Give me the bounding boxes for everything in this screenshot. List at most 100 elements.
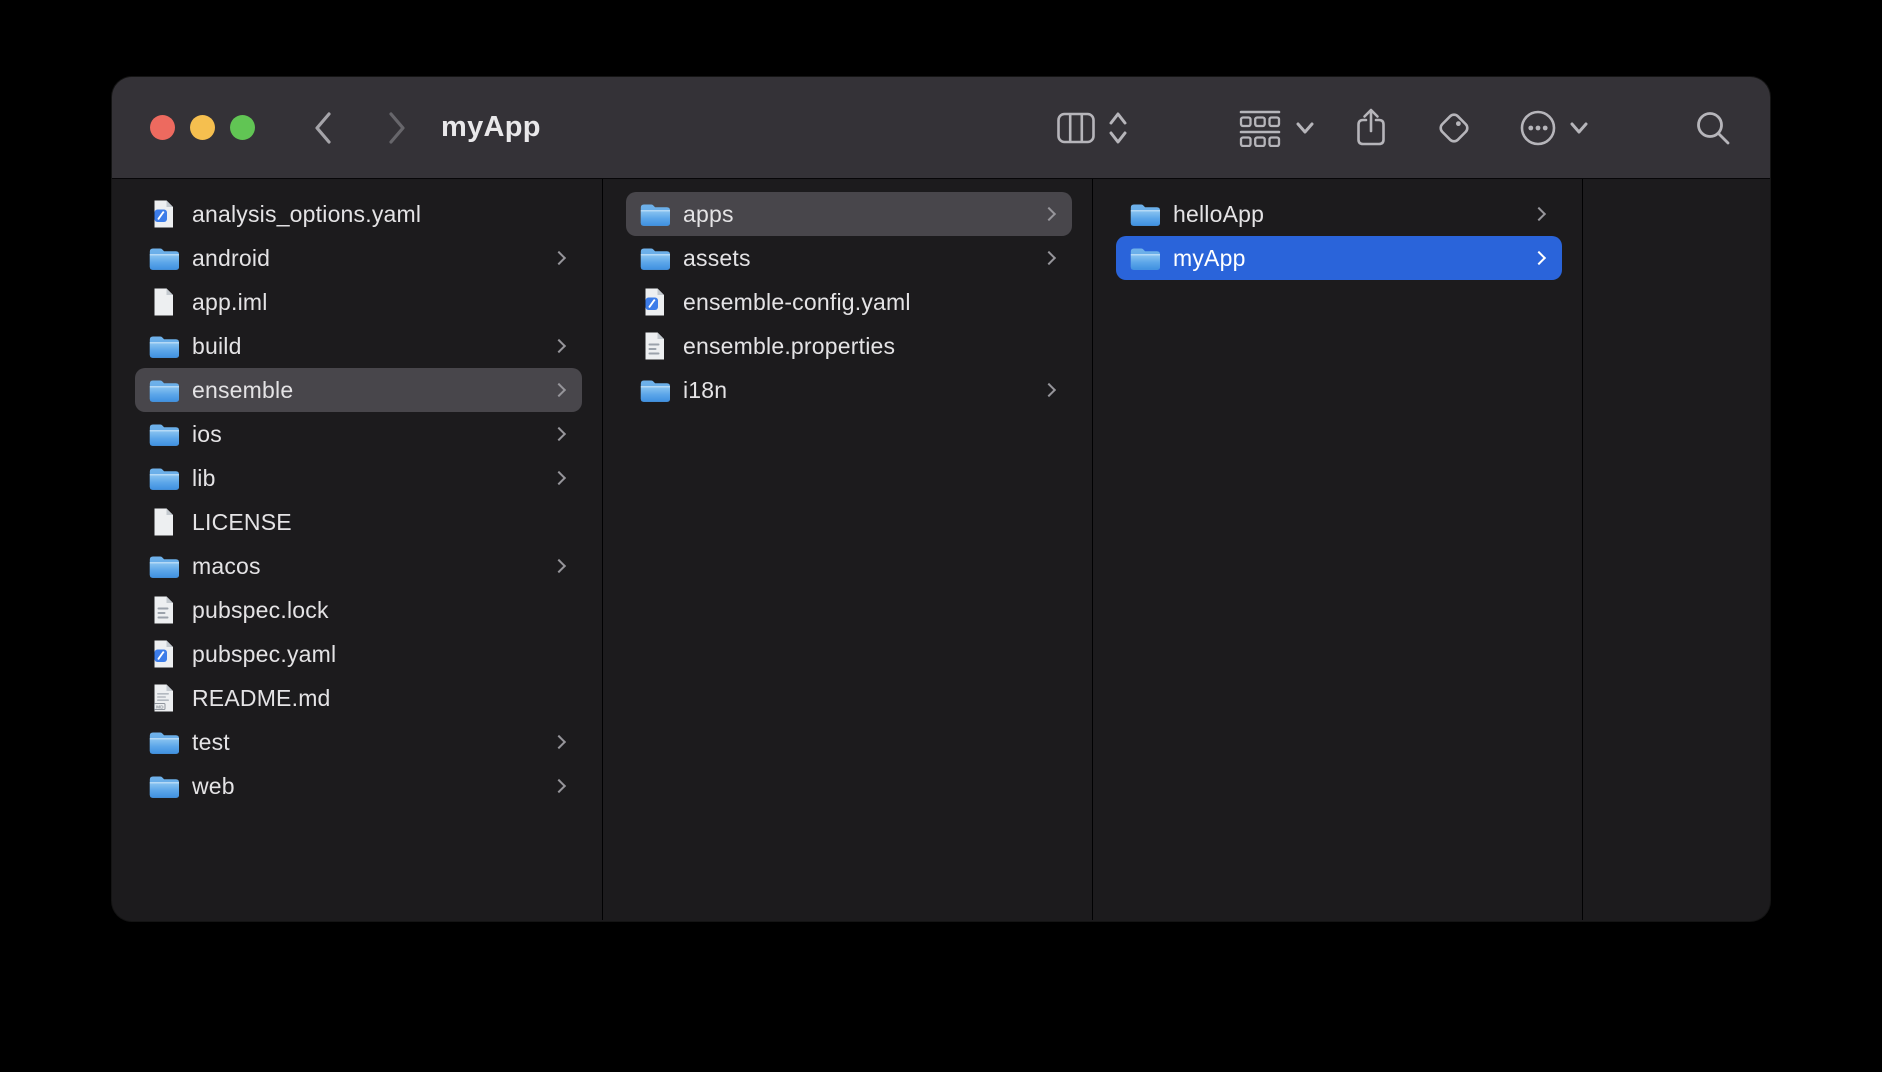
column-browser: analysis_options.yaml android app.iml bu… <box>112 179 1770 920</box>
item-label: macos <box>192 553 261 580</box>
back-button[interactable] <box>311 110 335 146</box>
item-label: android <box>192 245 270 272</box>
share-button[interactable] <box>1354 107 1388 149</box>
file-row-pubspec.yaml[interactable]: pubspec.yaml <box>135 632 582 676</box>
folder-icon <box>148 464 179 492</box>
item-label: ensemble.properties <box>683 333 895 360</box>
document-icon: MD <box>148 684 179 712</box>
file-column-2: apps assets ensemble-config.yaml ensembl… <box>603 179 1093 920</box>
chevron-right-icon <box>552 779 566 793</box>
window-title: myApp <box>441 111 541 144</box>
forward-button[interactable] <box>385 110 409 146</box>
folder-row-macos[interactable]: macos <box>135 544 582 588</box>
finder-window: myApp <box>112 77 1770 921</box>
item-label: helloApp <box>1173 201 1264 228</box>
chevron-right-icon <box>1042 207 1056 221</box>
item-label: README.md <box>192 685 331 712</box>
folder-icon <box>148 728 179 756</box>
folder-row-apps[interactable]: apps <box>626 192 1072 236</box>
item-label: lib <box>192 465 216 492</box>
file-row-ensemble.properties[interactable]: ensemble.properties <box>626 324 1072 368</box>
chevron-right-icon <box>386 110 408 146</box>
chevron-right-icon <box>552 471 566 485</box>
folder-row-helloApp[interactable]: helloApp <box>1116 192 1562 236</box>
folder-row-ensemble[interactable]: ensemble <box>135 368 582 412</box>
chevron-right-icon <box>1042 383 1056 397</box>
folder-icon <box>148 552 179 580</box>
folder-row-i18n[interactable]: i18n <box>626 368 1072 412</box>
document-icon <box>148 288 179 316</box>
folder-row-android[interactable]: android <box>135 236 582 280</box>
column-view-control[interactable] <box>1056 108 1130 148</box>
close-button[interactable] <box>150 115 175 140</box>
file-row-pubspec.lock[interactable]: pubspec.lock <box>135 588 582 632</box>
file-column-1: analysis_options.yaml android app.iml bu… <box>112 179 603 920</box>
file-column-3: helloApp myApp <box>1093 179 1583 920</box>
minimize-button[interactable] <box>190 115 215 140</box>
toolbar-controls <box>1056 107 1732 149</box>
chevron-up-down-icon <box>1106 108 1130 148</box>
tags-button[interactable] <box>1434 108 1474 148</box>
item-label: analysis_options.yaml <box>192 201 421 228</box>
zoom-button[interactable] <box>230 115 255 140</box>
chevron-down-icon <box>1568 119 1590 137</box>
chevron-right-icon <box>1532 251 1546 265</box>
item-label: web <box>192 773 235 800</box>
tag-icon <box>1434 108 1474 148</box>
svg-text:MD: MD <box>156 704 164 710</box>
folder-icon <box>148 244 179 272</box>
folder-row-lib[interactable]: lib <box>135 456 582 500</box>
grid-groups-icon <box>1238 109 1282 147</box>
file-row-app.iml[interactable]: app.iml <box>135 280 582 324</box>
folder-icon <box>148 376 179 404</box>
item-label: ios <box>192 421 222 448</box>
nav-arrows <box>311 110 409 146</box>
more-actions-control[interactable] <box>1518 108 1590 148</box>
item-label: assets <box>683 245 751 272</box>
group-by-control[interactable] <box>1238 109 1316 147</box>
chevron-right-icon <box>552 339 566 353</box>
item-label: build <box>192 333 242 360</box>
chevron-right-icon <box>1532 207 1546 221</box>
folder-icon <box>1129 244 1160 272</box>
item-label: ensemble-config.yaml <box>683 289 911 316</box>
folder-icon <box>1129 200 1160 228</box>
folder-row-assets[interactable]: assets <box>626 236 1072 280</box>
chevron-left-icon <box>312 110 334 146</box>
item-label: ensemble <box>192 377 293 404</box>
folder-row-test[interactable]: test <box>135 720 582 764</box>
folder-row-web[interactable]: web <box>135 764 582 808</box>
chevron-right-icon <box>552 735 566 749</box>
share-icon <box>1354 107 1388 149</box>
file-row-LICENSE[interactable]: LICENSE <box>135 500 582 544</box>
chevron-right-icon <box>552 559 566 573</box>
folder-icon <box>639 200 670 228</box>
search-icon <box>1694 109 1732 147</box>
item-label: app.iml <box>192 289 268 316</box>
item-label: pubspec.lock <box>192 597 329 624</box>
item-label: pubspec.yaml <box>192 641 336 668</box>
toolbar: myApp <box>112 77 1770 179</box>
document-icon <box>148 200 179 228</box>
file-row-analysis_options.yaml[interactable]: analysis_options.yaml <box>135 192 582 236</box>
folder-icon <box>639 244 670 272</box>
document-icon <box>148 596 179 624</box>
chevron-right-icon <box>552 251 566 265</box>
ellipsis-circle-icon <box>1518 108 1558 148</box>
chevron-right-icon <box>1042 251 1056 265</box>
item-label: test <box>192 729 230 756</box>
folder-row-myApp[interactable]: myApp <box>1116 236 1562 280</box>
item-label: apps <box>683 201 734 228</box>
file-column-4 <box>1583 179 1770 920</box>
folder-row-build[interactable]: build <box>135 324 582 368</box>
file-row-ensemble-config.yaml[interactable]: ensemble-config.yaml <box>626 280 1072 324</box>
folder-icon <box>639 376 670 404</box>
file-row-README.md[interactable]: MD README.md <box>135 676 582 720</box>
folder-icon <box>148 332 179 360</box>
document-icon <box>639 288 670 316</box>
document-icon <box>639 332 670 360</box>
item-label: myApp <box>1173 245 1246 272</box>
chevron-right-icon <box>552 427 566 441</box>
folder-row-ios[interactable]: ios <box>135 412 582 456</box>
search-button[interactable] <box>1694 109 1732 147</box>
